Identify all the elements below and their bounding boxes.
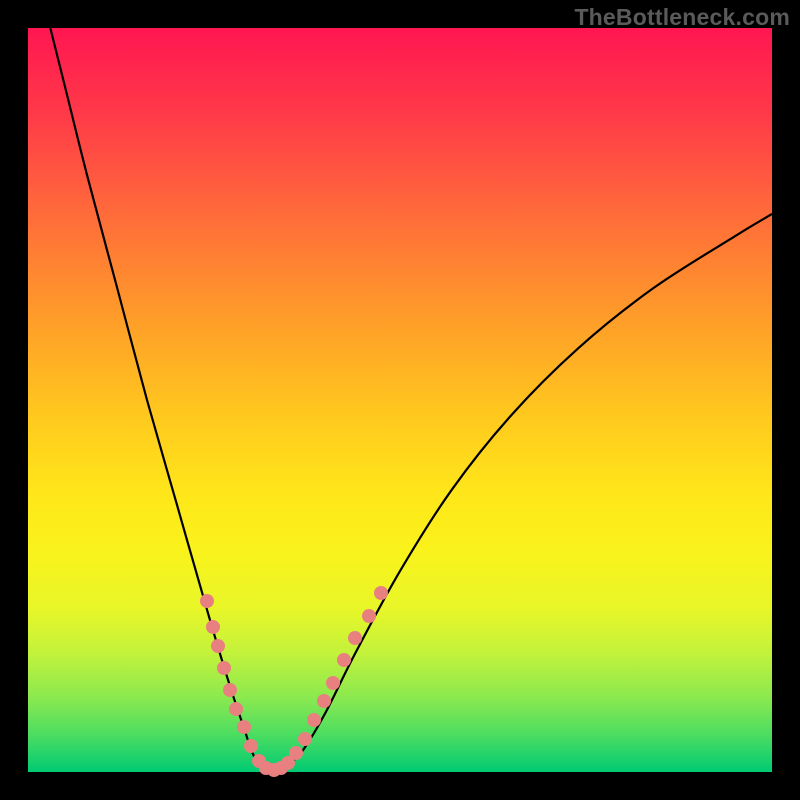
data-point-p3 xyxy=(211,639,225,653)
data-point-p11 xyxy=(267,763,281,777)
data-point-p10 xyxy=(259,761,273,775)
data-point-p5 xyxy=(223,683,237,697)
data-point-p19 xyxy=(337,653,351,667)
plot-area xyxy=(28,28,772,772)
bottleneck-curve xyxy=(28,28,772,772)
data-point-p7 xyxy=(237,720,251,734)
data-point-p8 xyxy=(244,739,258,753)
data-point-p20 xyxy=(348,631,362,645)
data-point-p14 xyxy=(289,746,303,760)
data-point-p1 xyxy=(200,594,214,608)
data-point-p21 xyxy=(362,609,376,623)
data-point-p15 xyxy=(298,732,312,746)
data-point-p4 xyxy=(217,661,231,675)
watermark-text: TheBottleneck.com xyxy=(574,4,790,31)
data-point-p17 xyxy=(317,694,331,708)
data-point-p22 xyxy=(374,586,388,600)
data-point-p16 xyxy=(307,713,321,727)
data-point-p9 xyxy=(252,754,266,768)
data-point-p13 xyxy=(281,756,295,770)
data-point-p18 xyxy=(326,676,340,690)
data-point-p6 xyxy=(229,702,243,716)
chart-frame: TheBottleneck.com xyxy=(0,0,800,800)
data-point-p12 xyxy=(274,761,288,775)
data-point-p2 xyxy=(206,620,220,634)
